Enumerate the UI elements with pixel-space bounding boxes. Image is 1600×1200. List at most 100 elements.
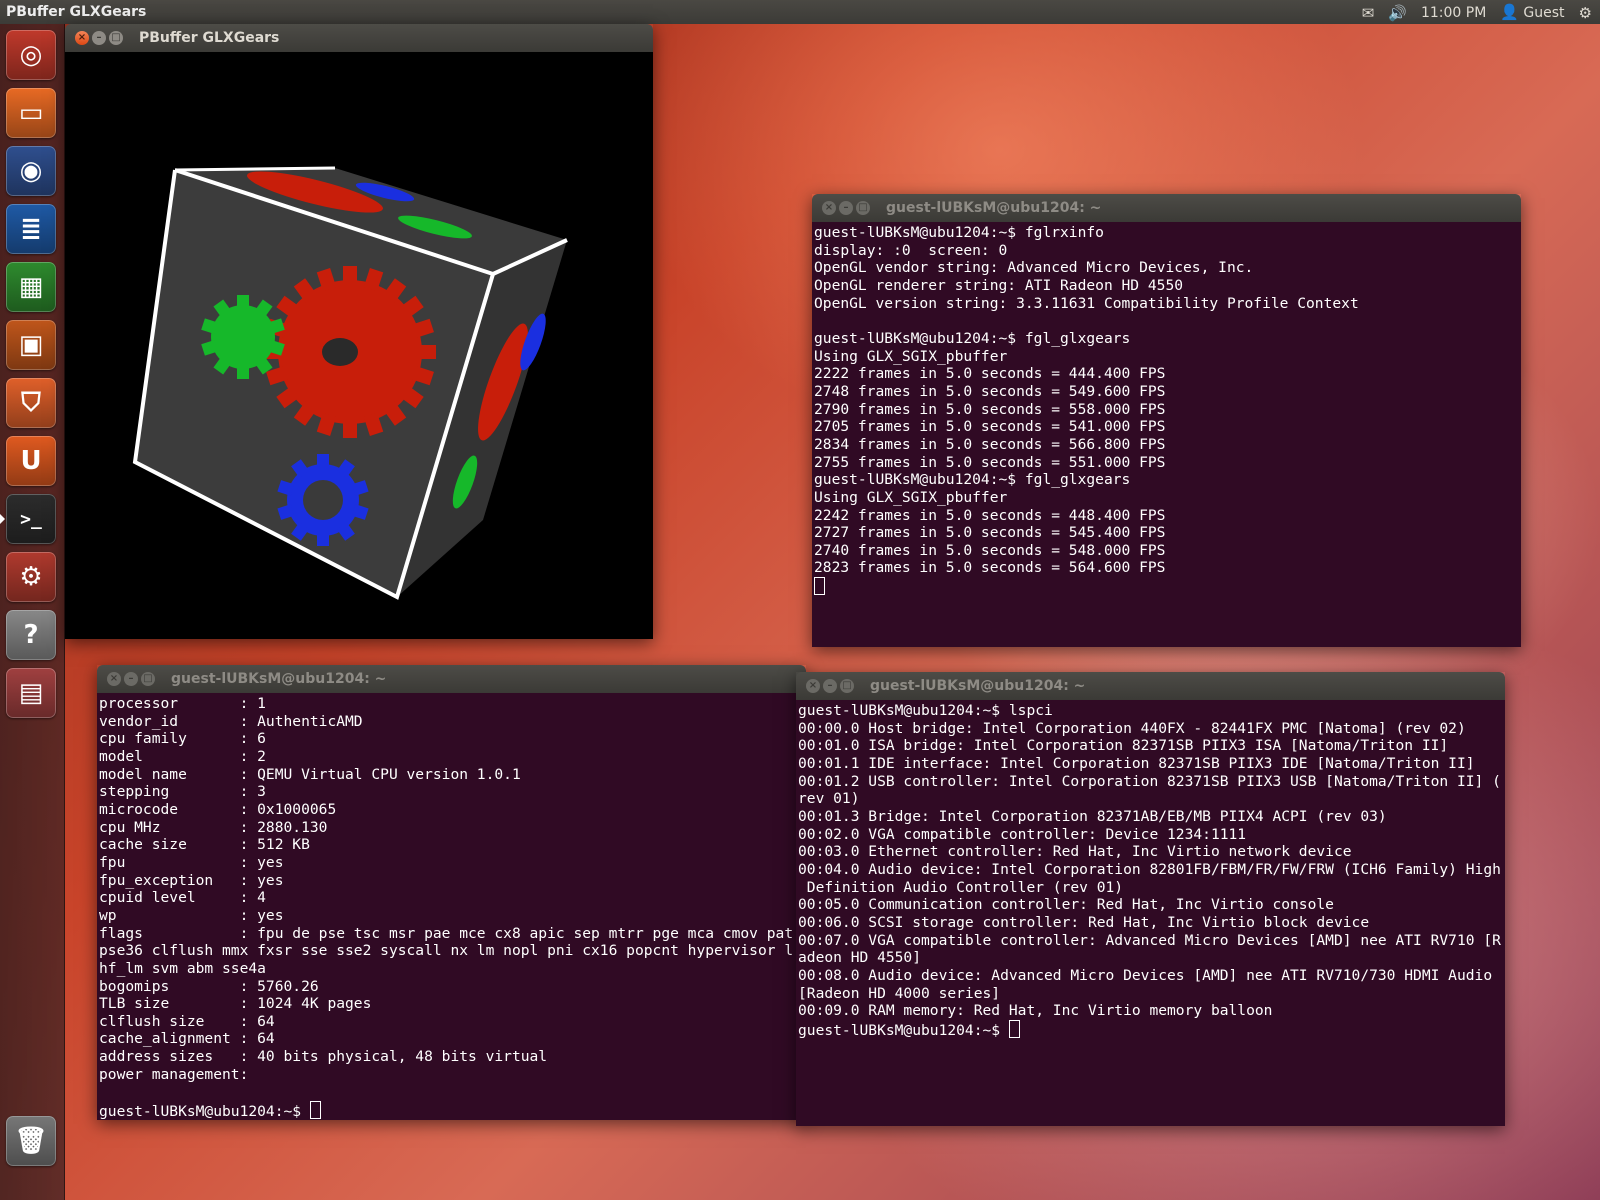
firefox-icon: ◉ — [19, 156, 43, 186]
minimize-button[interactable]: – — [92, 31, 106, 45]
launcher-item-files[interactable]: ▭ — [6, 88, 56, 138]
launcher-item-dash-home[interactable]: ◎ — [6, 30, 56, 80]
terminal-line: model : 2 — [99, 747, 266, 765]
terminal-line: 00:07.0 VGA compatible controller: Advan… — [798, 931, 1501, 949]
terminal-prompt: guest-lUBKsM@ubu1204:~$ — [99, 1103, 310, 1120]
terminal-line: 00:05.0 Communication controller: Red Ha… — [798, 896, 1334, 914]
terminal-line: 2834 frames in 5.0 seconds = 566.800 FPS — [814, 435, 1166, 453]
indicator-area: ✉ 🔊 11:00 PM 👤 Guest ⚙ — [1362, 0, 1592, 25]
terminal-line: Definition Audio Controller (rev 01) — [798, 878, 1124, 896]
terminal-prompt: guest-lUBKsM@ubu1204:~$ — [798, 1021, 1009, 1039]
launcher-item-firefox[interactable]: ◉ — [6, 146, 56, 196]
user-menu[interactable]: 👤 Guest — [1500, 0, 1564, 25]
minimize-button[interactable]: – — [839, 201, 853, 215]
terminal-output[interactable]: guest-lUBKsM@ubu1204:~$ fglrxinfo display… — [812, 222, 1521, 647]
shopping-bag-icon: ⛉ — [21, 387, 41, 418]
terminal-cursor — [814, 577, 825, 596]
gears-render-area[interactable] — [65, 52, 653, 639]
close-button[interactable]: × — [806, 679, 820, 693]
terminal-line: processor : 1 — [99, 695, 266, 712]
terminal-line: cache size : 512 KB — [99, 836, 310, 854]
maximize-button[interactable]: □ — [856, 201, 870, 215]
terminal-line: TLB size : 1024 4K pages — [99, 995, 372, 1013]
terminal-prompt-line — [814, 577, 1519, 597]
terminal-line: 00:04.0 Audio device: Intel Corporation … — [798, 860, 1501, 878]
launcher-item-libreoffice-impress[interactable]: ▣ — [6, 320, 56, 370]
terminal-line: wp : yes — [99, 906, 284, 924]
settings-icon: ⚙ — [19, 562, 43, 592]
launcher-item-system-settings[interactable]: ⚙ — [6, 552, 56, 602]
terminal-line: 2222 frames in 5.0 seconds = 444.400 FPS — [814, 365, 1166, 383]
terminal-line: 2748 frames in 5.0 seconds = 549.600 FPS — [814, 382, 1166, 400]
terminal-line: 00:02.0 VGA compatible controller: Devic… — [798, 825, 1247, 843]
terminal-titlebar[interactable]: × – □ guest-lUBKsM@ubu1204: ~ — [796, 672, 1505, 700]
maximize-button[interactable]: □ — [141, 672, 155, 686]
terminal-line: 00:08.0 Audio device: Advanced Micro Dev… — [798, 966, 1493, 984]
terminal-line: model name : QEMU Virtual CPU version 1.… — [99, 765, 521, 783]
launcher-item-libreoffice-calc[interactable]: ▦ — [6, 262, 56, 312]
gears-titlebar[interactable]: × – □ PBuffer GLXGears — [65, 24, 653, 52]
launcher-item-workspace-switcher[interactable]: ▤ — [6, 668, 56, 718]
volume-icon[interactable]: 🔊 — [1388, 1, 1407, 25]
terminal-line: vendor_id : AuthenticAMD — [99, 712, 363, 730]
close-button[interactable]: × — [822, 201, 836, 215]
terminal-line: cpu MHz : 2880.130 — [99, 818, 328, 836]
launcher-item-trash[interactable]: 🗑 — [6, 1116, 56, 1166]
terminal-line: 00:03.0 Ethernet controller: Red Hat, In… — [798, 843, 1352, 861]
workspaces-icon: ▤ — [18, 678, 44, 708]
terminal-line: display: :0 screen: 0 — [814, 241, 1008, 259]
gears-window[interactable]: × – □ PBuffer GLXGears — [65, 24, 653, 639]
launcher-item-terminal[interactable]: >_ — [0, 494, 56, 544]
terminal-line: stepping : 3 — [99, 783, 266, 801]
terminal-window-cpuinfo[interactable]: × – □ guest-lUBKsM@ubu1204: ~ processor … — [97, 665, 806, 1120]
terminal-line: 2740 frames in 5.0 seconds = 548.000 FPS — [814, 541, 1166, 559]
terminal-line: cache_alignment : 64 — [99, 1030, 275, 1048]
terminal-output[interactable]: processor : 1 vendor_id : AuthenticAMD cpu… — [97, 693, 806, 1120]
minimize-button[interactable]: – — [124, 672, 138, 686]
window-title: PBuffer GLXGears — [139, 30, 280, 46]
minimize-button[interactable]: – — [823, 679, 837, 693]
user-icon: 👤 — [1500, 3, 1519, 21]
clock[interactable]: 11:00 PM — [1421, 1, 1486, 25]
terminal-line: 2823 frames in 5.0 seconds = 564.600 FPS — [814, 559, 1166, 577]
ubuntu-logo-icon: ◎ — [19, 40, 43, 70]
launcher-item-ubuntu-one[interactable]: U — [6, 436, 56, 486]
writer-icon: ≣ — [20, 214, 42, 244]
terminal-cursor — [309, 1101, 321, 1120]
launcher-item-help[interactable]: ? — [6, 610, 56, 660]
terminal-line: 2705 frames in 5.0 seconds = 541.000 FPS — [814, 418, 1166, 436]
terminal-window-fps[interactable]: × – □ guest-lUBKsM@ubu1204: ~ guest-lUBK… — [812, 194, 1521, 647]
terminal-output[interactable]: guest-lUBKsM@ubu1204:~$ lspci 00:00.0 Hos… — [796, 700, 1505, 1126]
window-title: guest-lUBKsM@ubu1204: ~ — [886, 200, 1102, 216]
terminal-line: power management: — [99, 1065, 249, 1083]
terminal-line: rev 01) — [798, 790, 860, 808]
terminal-line: 00:01.1 IDE interface: Intel Corporation… — [798, 754, 1475, 772]
terminal-prompt-line: guest-lUBKsM@ubu1204:~$ — [99, 1101, 804, 1120]
terminal-line: fpu : yes — [99, 853, 284, 871]
ubuntu-one-icon: U — [20, 446, 42, 476]
terminal-prompt-line: guest-lUBKsM@ubu1204:~$ — [798, 1019, 1503, 1040]
terminal-window-lspci[interactable]: × – □ guest-lUBKsM@ubu1204: ~ guest-lUBK… — [796, 672, 1505, 1126]
gear-icon[interactable]: ⚙ — [1579, 1, 1592, 25]
window-title: guest-lUBKsM@ubu1204: ~ — [870, 678, 1086, 694]
terminal-line: clflush size : 64 — [99, 1012, 275, 1030]
terminal-line: adeon HD 4550] — [798, 949, 922, 967]
terminal-line: OpenGL renderer string: ATI Radeon HD 45… — [814, 276, 1184, 294]
terminal-titlebar[interactable]: × – □ guest-lUBKsM@ubu1204: ~ — [812, 194, 1521, 222]
impress-icon: ▣ — [18, 330, 44, 360]
terminal-titlebar[interactable]: × – □ guest-lUBKsM@ubu1204: ~ — [97, 665, 806, 693]
terminal-cursor — [1008, 1019, 1020, 1038]
launcher-item-libreoffice-writer[interactable]: ≣ — [6, 204, 56, 254]
launcher-item-software-center[interactable]: ⛉ — [6, 378, 56, 428]
terminal-line: hf_lm svm abm sse4a — [99, 959, 266, 977]
window-title: guest-lUBKsM@ubu1204: ~ — [171, 671, 387, 687]
close-button[interactable]: × — [107, 672, 121, 686]
mail-icon[interactable]: ✉ — [1362, 1, 1375, 25]
terminal-line: 00:01.3 Bridge: Intel Corporation 82371A… — [798, 807, 1387, 825]
terminal-line: cpu family : 6 — [99, 730, 266, 748]
maximize-button[interactable]: □ — [109, 31, 123, 45]
close-button[interactable]: × — [75, 31, 89, 45]
user-name: Guest — [1523, 5, 1565, 21]
maximize-button[interactable]: □ — [840, 679, 854, 693]
